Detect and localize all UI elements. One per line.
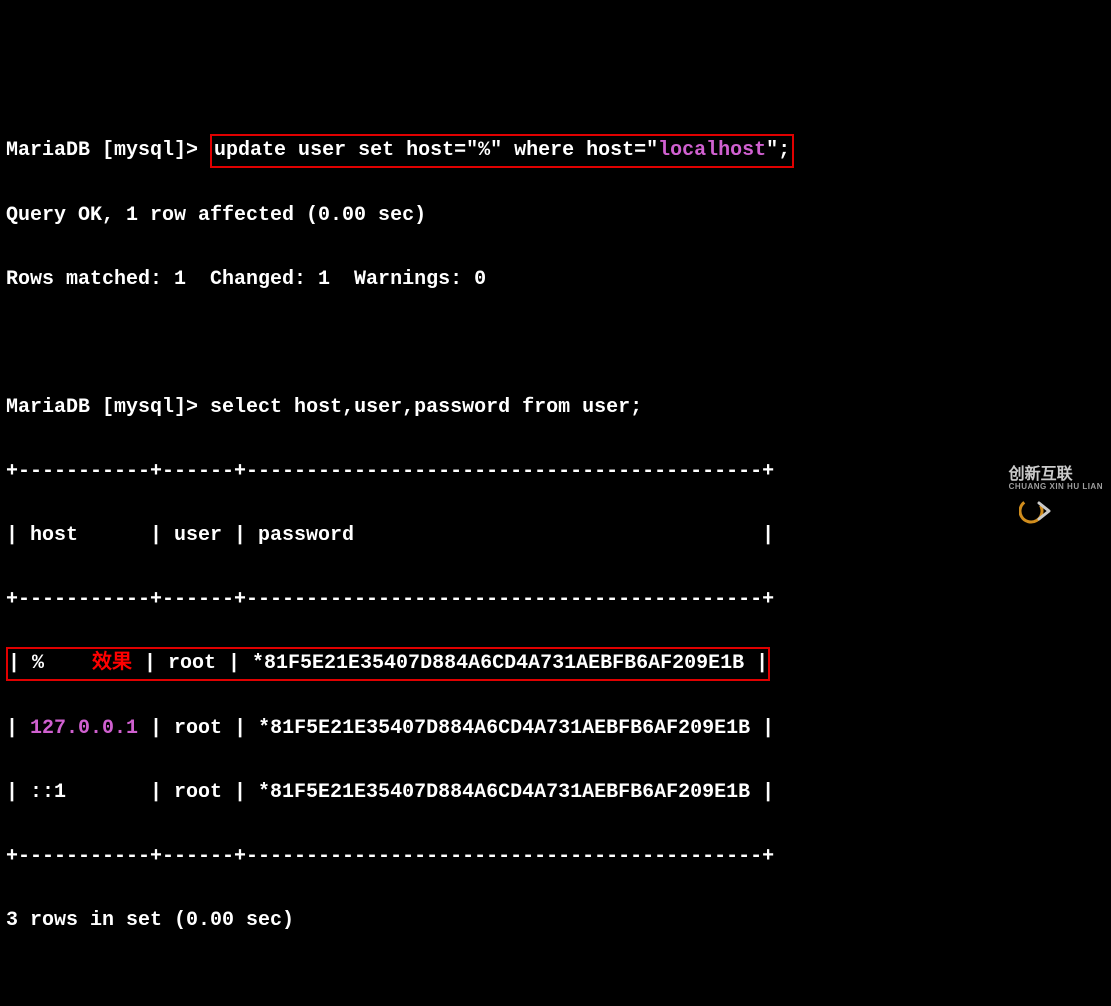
effect-label: 效果 bbox=[92, 652, 132, 675]
rows-matched-line: Rows matched: 1 Changed: 1 Warnings: 0 bbox=[6, 264, 1105, 296]
select-command-text: select host,user,password from user; bbox=[210, 396, 642, 419]
table-border-bottom: +-----------+------+--------------------… bbox=[6, 841, 1105, 873]
watermark: 创新互联 CHUANG XIN HU LIAN bbox=[971, 463, 1103, 495]
table-row: | ::1 | root | *81F5E21E35407D884A6CD4A7… bbox=[6, 777, 1105, 809]
db-prompt: MariaDB [mysql]> bbox=[6, 396, 210, 419]
watermark-cn-text: 创新互联 bbox=[1009, 467, 1103, 483]
table-header-row: | host | user | password | bbox=[6, 520, 1105, 552]
table-row: | 127.0.0.1 | root | *81F5E21E35407D884A… bbox=[6, 713, 1105, 745]
table-border-mid: +-----------+------+--------------------… bbox=[6, 584, 1105, 616]
line-select-cmd: MariaDB [mysql]> select host,user,passwo… bbox=[6, 392, 1105, 424]
watermark-text: 创新互联 CHUANG XIN HU LIAN bbox=[1009, 467, 1103, 491]
rows-in-set-line: 3 rows in set (0.00 sec) bbox=[6, 905, 1105, 937]
table-row-highlighted: | % 效果 | root | *81F5E21E35407D884A6CD4A… bbox=[6, 648, 1105, 681]
db-prompt: MariaDB [mysql]> bbox=[6, 139, 210, 162]
line-update-cmd: MariaDB [mysql]> update user set host="%… bbox=[6, 134, 1105, 168]
host-127: 127.0.0.1 bbox=[30, 717, 138, 740]
query-ok-line: Query OK, 1 row affected (0.00 sec) bbox=[6, 200, 1105, 232]
watermark-logo-icon bbox=[971, 463, 1003, 495]
table-border-top: +-----------+------+--------------------… bbox=[6, 456, 1105, 488]
blank-line bbox=[6, 969, 1105, 1001]
localhost-value: localhost bbox=[658, 139, 766, 162]
blank-line bbox=[6, 328, 1105, 360]
highlight-result-row: | % 效果 | root | *81F5E21E35407D884A6CD4A… bbox=[6, 647, 770, 681]
watermark-en-text: CHUANG XIN HU LIAN bbox=[1009, 483, 1103, 491]
highlight-update-command: update user set host="%" where host="loc… bbox=[210, 134, 794, 168]
